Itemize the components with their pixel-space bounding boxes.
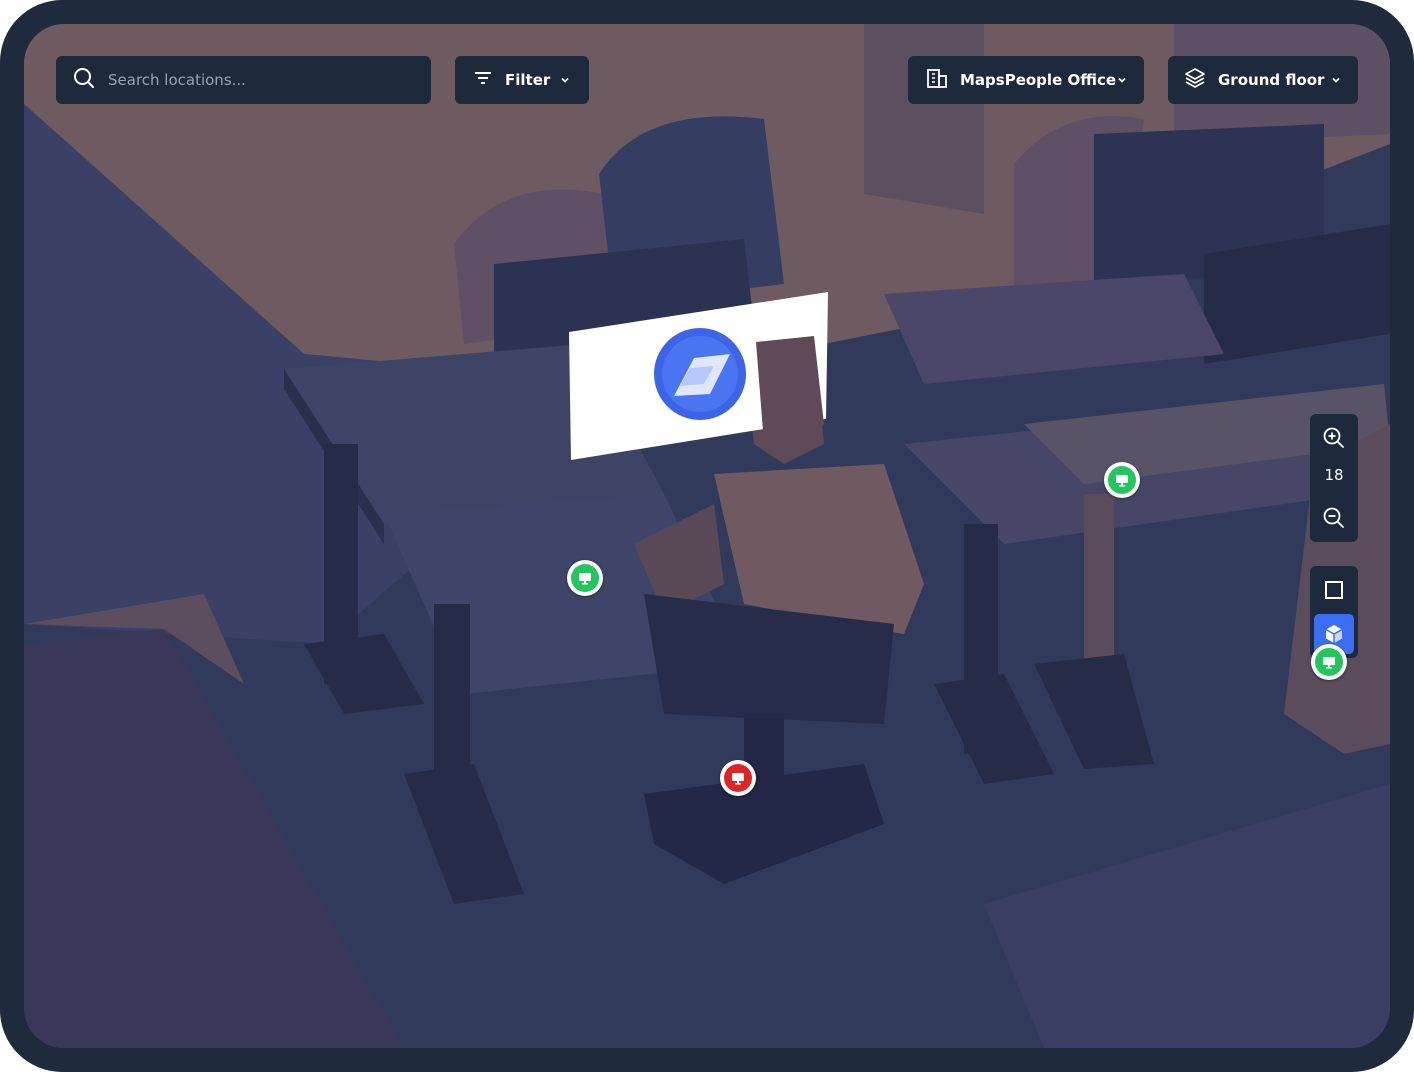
monitor-icon [579,573,591,585]
desk-marker-occupied[interactable] [720,760,756,796]
device-frame: Filter MapsPeople Office Ground floor [0,0,1414,1072]
monitor-icon [1323,657,1335,669]
monitor-icon [732,773,744,785]
map-viewport[interactable]: Filter MapsPeople Office Ground floor [24,24,1390,1048]
cube-3d-icon [1325,625,1343,643]
zoom-out-icon [1323,507,1344,528]
search-input[interactable] [108,71,398,89]
desk-status-dot [1315,648,1343,676]
desk-marker-available[interactable] [1104,462,1140,498]
desk-status-dot [724,764,752,792]
zoom-out-button[interactable] [1322,506,1346,530]
zoom-control: 18 [1310,414,1358,542]
chevron-down-icon [559,74,571,86]
map-3d-scene[interactable] [24,24,1390,1048]
desk-marker-available[interactable] [567,560,603,596]
desk-status-dot [571,564,599,592]
search-bar[interactable] [56,56,431,104]
desk-status-dot [1108,466,1136,494]
zoom-in-icon [1323,427,1344,448]
search-icon [72,66,96,94]
zoom-in-button[interactable] [1322,426,1346,450]
floor-selector[interactable]: Ground floor [1168,56,1358,104]
filter-button[interactable]: Filter [455,56,589,104]
filter-icon [473,68,493,92]
zoom-level: 18 [1324,466,1344,484]
layers-icon [1184,67,1206,93]
venue-selector[interactable]: MapsPeople Office [908,56,1144,104]
square-2d-icon [1325,581,1343,599]
venue-label: MapsPeople Office [960,71,1117,89]
building-icon [926,67,948,93]
chevron-down-icon [1330,74,1342,86]
monitor-icon [1116,475,1128,487]
desk-marker-available[interactable] [1311,644,1347,680]
filter-label: Filter [505,71,551,89]
floor-label: Ground floor [1218,71,1325,89]
view-2d-button[interactable] [1314,570,1354,610]
chevron-down-icon [1116,74,1128,86]
